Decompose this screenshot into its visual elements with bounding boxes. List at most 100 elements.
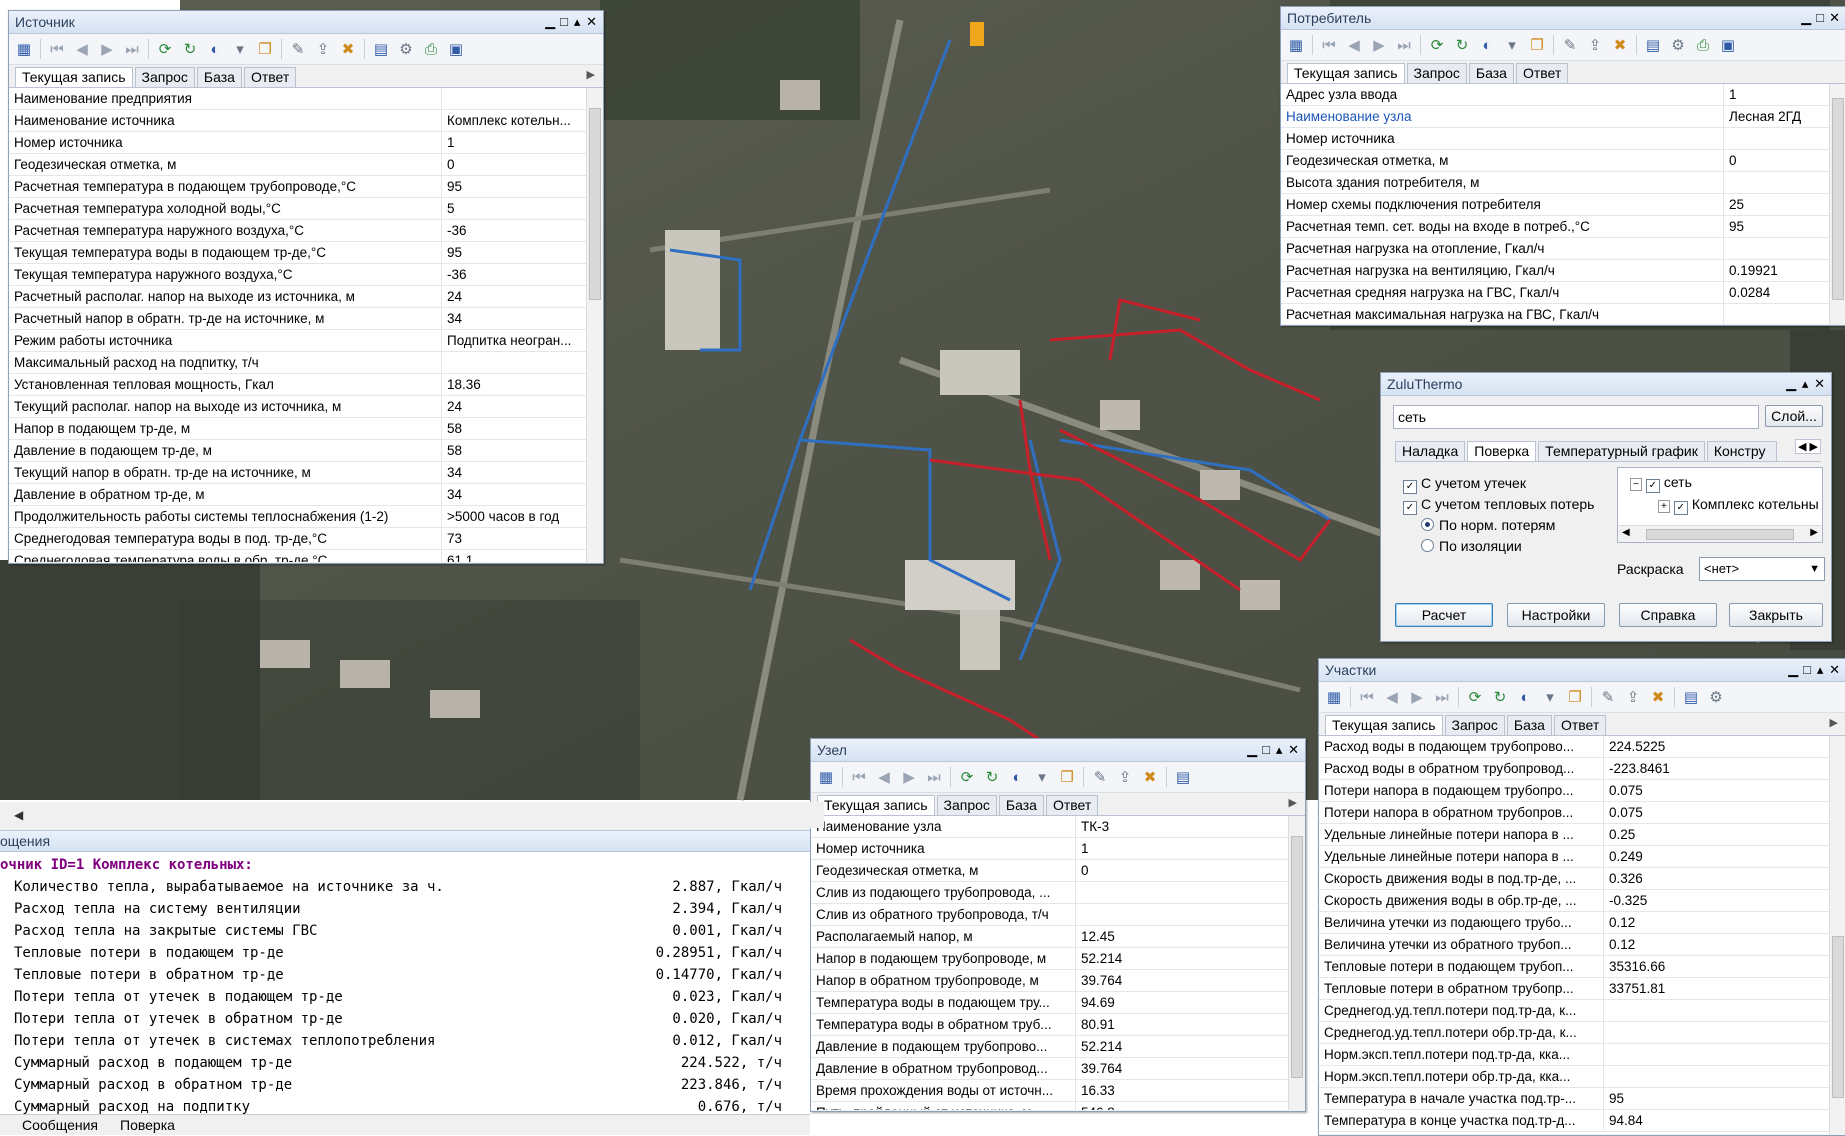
prev-record-icon[interactable]: ◀	[1381, 686, 1403, 708]
table-row[interactable]: Максимальный расход на подпитку, т/ч	[9, 352, 603, 374]
table-row[interactable]: Потери напора в подающем трубопро... 0.07…	[1319, 780, 1845, 802]
table-row[interactable]: Тепловые потери в обратном трубопр... 337…	[1319, 978, 1845, 1000]
tab-base[interactable]: База	[196, 67, 242, 87]
row-value[interactable]: >5000 часов в год	[442, 506, 603, 527]
table-row[interactable]: Номер источника	[1281, 128, 1845, 150]
row-value[interactable]: -223.8461	[1604, 758, 1845, 779]
row-value[interactable]: 34	[442, 462, 603, 483]
row-value[interactable]	[1724, 172, 1845, 193]
table-row[interactable]: Температура в конце участка под.тр-д... 9…	[1319, 1110, 1845, 1132]
table-row[interactable]: Температура воды в подающем тру... 94.69	[811, 992, 1305, 1014]
minimize-button[interactable]: ▁	[545, 14, 555, 30]
table-icon[interactable]: ▤	[1642, 34, 1664, 56]
table-row[interactable]: Слив из подающего трубопровода, ...	[811, 882, 1305, 904]
save-icon[interactable]: ▣	[1717, 34, 1739, 56]
insulation-radio[interactable]: По изоляции	[1403, 536, 1603, 557]
print-icon[interactable]: ⎙	[1692, 34, 1714, 56]
table-row[interactable]: Расчетная максимальная нагрузка на ГВС, …	[1281, 304, 1845, 324]
delete-icon[interactable]: ✖	[337, 38, 359, 60]
tab-scroll-right-icon[interactable]: ▶	[1289, 796, 1297, 809]
table-row[interactable]: Режим работы источника Подпитка неогран..…	[9, 330, 603, 352]
table-row[interactable]: Среднегод.уд.тепл.потери обр.тр-да, к...	[1319, 1022, 1845, 1044]
row-value[interactable]: 95	[1604, 1088, 1845, 1109]
tab-current-record[interactable]: Текущая запись	[1325, 715, 1443, 735]
row-value[interactable]: 12.45	[1076, 926, 1305, 947]
table-row[interactable]: Расчетный напор в обратн. тр-де на источ…	[9, 308, 603, 330]
table-row[interactable]: Расчетная нагрузка на вентиляцию, Гкал/ч…	[1281, 260, 1845, 282]
row-value[interactable]: 52.214	[1076, 1036, 1305, 1057]
filter-icon[interactable]: ◐	[1514, 686, 1536, 708]
table-row[interactable]: Расчетная нагрузка на отопление, Гкал/ч	[1281, 238, 1845, 260]
row-value[interactable]	[1604, 1022, 1845, 1043]
copy-icon[interactable]: ❐	[254, 38, 276, 60]
close-button[interactable]: ✕	[1829, 10, 1840, 26]
close-dialog-button[interactable]: Закрыть	[1729, 603, 1823, 627]
row-value[interactable]: 1	[1076, 838, 1305, 859]
table-row[interactable]: Расход воды в обратном трубопровод... -22…	[1319, 758, 1845, 780]
first-record-icon[interactable]: ⏮	[1356, 686, 1378, 708]
delete-icon[interactable]: ✖	[1139, 766, 1161, 788]
row-value[interactable]	[1076, 904, 1305, 925]
tab-current-record[interactable]: Текущая запись	[817, 795, 935, 815]
source-window-titlebar[interactable]: Источник ▁ □ ▴ ✕	[9, 11, 603, 34]
row-value[interactable]: 24	[442, 286, 603, 307]
prev-record-icon[interactable]: ◀	[71, 38, 93, 60]
row-value[interactable]: 80.91	[1076, 1014, 1305, 1035]
table-row[interactable]: Продолжительность работы системы теплосн…	[9, 506, 603, 528]
leakage-checkbox[interactable]: ✓ С учетом утечек	[1403, 473, 1603, 494]
row-value[interactable]	[1604, 1000, 1845, 1021]
close-button[interactable]: ✕	[1288, 742, 1299, 758]
table-row[interactable]: Текущий располаг. напор на выходе из ист…	[9, 396, 603, 418]
row-value[interactable]: 39.764	[1076, 970, 1305, 991]
row-value[interactable]: 5	[442, 198, 603, 219]
copy-icon[interactable]: ❐	[1564, 686, 1586, 708]
copy-icon[interactable]: ❐	[1526, 34, 1548, 56]
row-value[interactable]: 35316.66	[1604, 956, 1845, 977]
table-row[interactable]: Удельные линейные потери напора в ... 0.2…	[1319, 846, 1845, 868]
table-row[interactable]: Скорость движения воды в под.тр-де, ... 0…	[1319, 868, 1845, 890]
copy-icon[interactable]: ❐	[1056, 766, 1078, 788]
row-value[interactable]	[1076, 882, 1305, 903]
row-value[interactable]: 16.33	[1076, 1080, 1305, 1101]
tab-base[interactable]: База	[1506, 715, 1552, 735]
table-row[interactable]: Номер источника 1	[811, 838, 1305, 860]
table-row[interactable]: Температура воды в обратном труб... 80.91	[811, 1014, 1305, 1036]
refresh-icon[interactable]: ⟳	[1426, 34, 1448, 56]
table-row[interactable]: Расчетная средняя нагрузка на ГВС, Гкал/…	[1281, 282, 1845, 304]
settings-button[interactable]: Настройки	[1507, 603, 1605, 627]
sections-scrollbar[interactable]	[1829, 736, 1845, 1134]
tab-messages[interactable]: Сообщения	[22, 1115, 98, 1135]
table-row[interactable]: Среднегодовая температура воды в обр. тр…	[9, 550, 603, 562]
table-row[interactable]: Текущая температура наружного воздуха,°С…	[9, 264, 603, 286]
prev-record-icon[interactable]: ◀	[1343, 34, 1365, 56]
table-row[interactable]: Норм.эксп.тепл.потери под.тр-да, кка...	[1319, 1044, 1845, 1066]
row-value[interactable]: Лесная 2ГД	[1724, 106, 1845, 127]
table-row[interactable]: Напор в обратном трубопроводе, м 39.764	[811, 970, 1305, 992]
refresh-icon[interactable]: ⟳	[956, 766, 978, 788]
table-row[interactable]: Расчетная температура в подающем трубопр…	[9, 176, 603, 198]
table-row[interactable]: Слив из обратного трубопровода, т/ч	[811, 904, 1305, 926]
node-window-titlebar[interactable]: Узел ▁ □ ▴ ✕	[811, 739, 1305, 762]
row-value[interactable]	[1604, 1044, 1845, 1065]
table-row[interactable]: Номер источника 1	[9, 132, 603, 154]
row-value[interactable]: 0.075	[1604, 802, 1845, 823]
tab-answer[interactable]: Ответ	[1553, 715, 1607, 735]
row-value[interactable]: 95	[1724, 216, 1845, 237]
table-row[interactable]: Среднегод.уд.тепл.потери под.тр-да, к...	[1319, 1000, 1845, 1022]
export-icon[interactable]: ⇪	[1622, 686, 1644, 708]
table-row[interactable]: Давление в обратном тр-де, м 34	[9, 484, 603, 506]
row-value[interactable]: 0.075	[1604, 780, 1845, 801]
layer-button[interactable]: Слой...	[1765, 405, 1823, 427]
tab-current-record[interactable]: Текущая запись	[1287, 63, 1405, 83]
table-row[interactable]: Напор в подающем трубопроводе, м 52.214	[811, 948, 1305, 970]
table-row[interactable]: Высота здания потребителя, м	[1281, 172, 1845, 194]
minimize-button[interactable]: ▁	[1247, 742, 1257, 758]
table-row[interactable]: Геодезическая отметка, м0	[811, 860, 1305, 882]
tab-answer[interactable]: Ответ	[1045, 795, 1099, 815]
close-button[interactable]: ✕	[586, 14, 597, 30]
row-value[interactable]: 0.326	[1604, 868, 1845, 889]
row-value[interactable]: 1	[442, 132, 603, 153]
row-value[interactable]: 25	[1724, 194, 1845, 215]
row-value[interactable]: 0.12	[1604, 934, 1845, 955]
table-row[interactable]: Расчетная темп. сет. воды на входе в пот…	[1281, 216, 1845, 238]
